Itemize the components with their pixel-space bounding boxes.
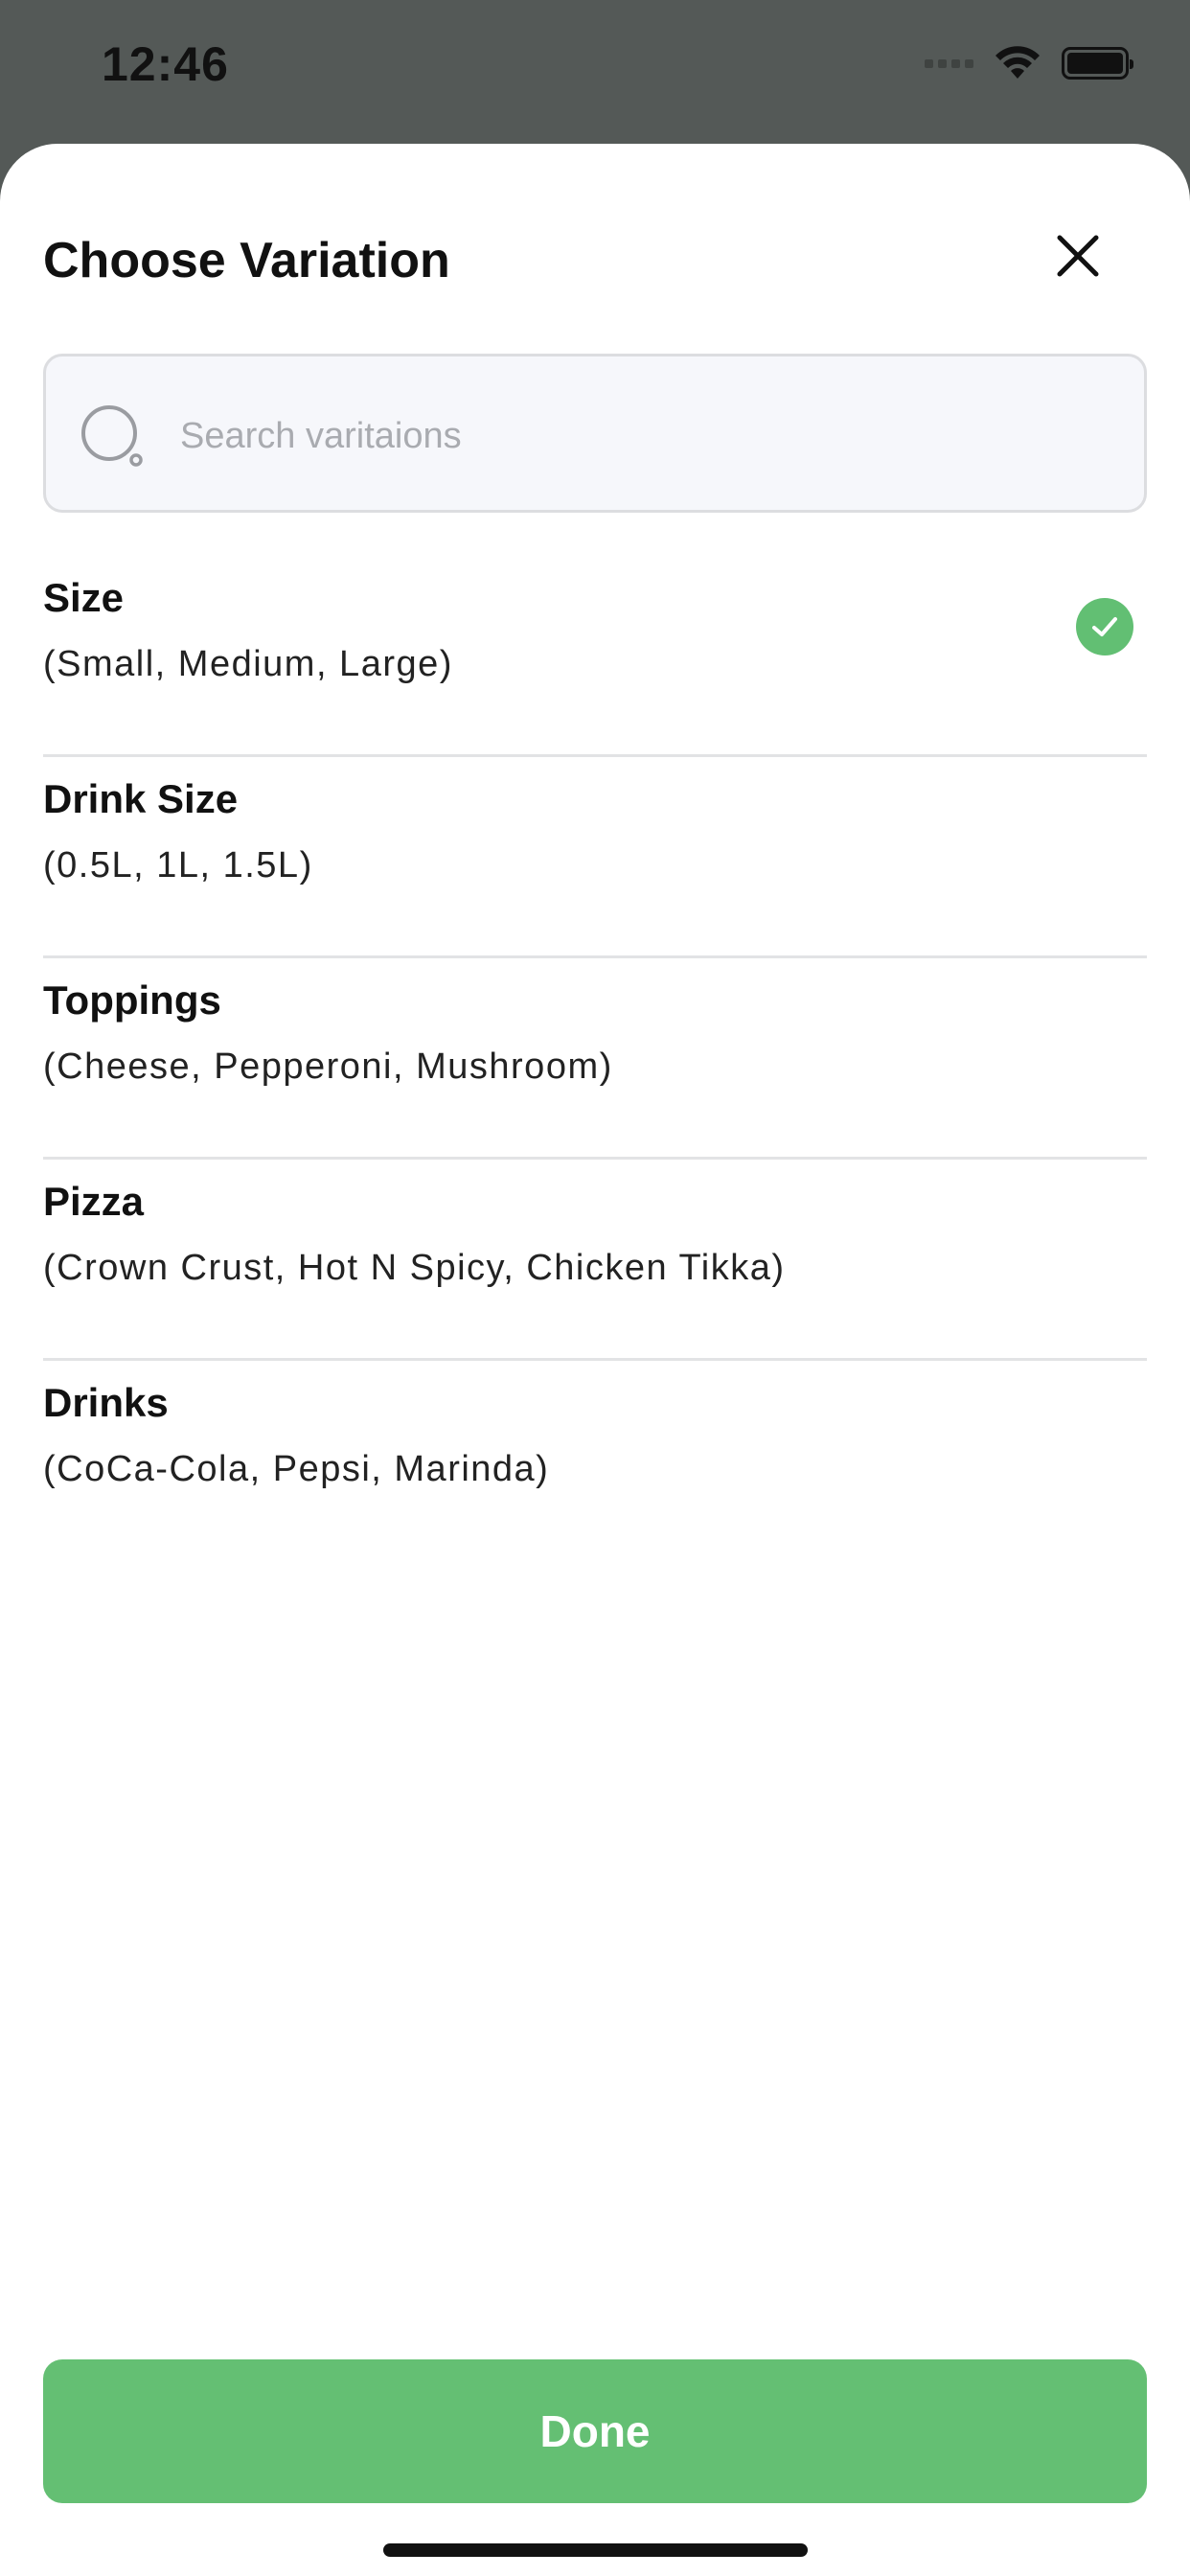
variation-sheet: Choose Variation Size (Small, Medium, La… (0, 144, 1190, 2576)
variation-item-size[interactable]: Size (Small, Medium, Large) (43, 556, 1147, 757)
search-input[interactable] (180, 395, 1119, 477)
sheet-title: Choose Variation (43, 233, 450, 288)
variation-item-drink-size[interactable]: Drink Size (0.5L, 1L, 1.5L) (43, 757, 1147, 958)
variation-options: (Crown Crust, Hot N Spicy, Chicken Tikka… (43, 1248, 786, 1288)
variation-name: Toppings (43, 978, 221, 1023)
variation-item-pizza[interactable]: Pizza (Crown Crust, Hot N Spicy, Chicken… (43, 1160, 1147, 1361)
search-box[interactable] (43, 354, 1147, 513)
close-icon (1057, 235, 1099, 277)
status-icons (925, 44, 1133, 82)
wifi-icon (995, 46, 1040, 79)
variation-options: (CoCa-Cola, Pepsi, Marinda) (43, 1449, 550, 1489)
variation-item-toppings[interactable]: Toppings (Cheese, Pepperoni, Mushroom) (43, 958, 1147, 1160)
home-indicator (383, 2543, 808, 2557)
done-button[interactable]: Done (43, 2359, 1147, 2503)
app-screen: 12:46 Choose Variation Search varitaions… (0, 0, 1190, 2576)
search-icon (81, 405, 143, 467)
variation-item-drinks[interactable]: Drinks (CoCa-Cola, Pepsi, Marinda) (43, 1361, 1147, 1562)
variation-name: Size (43, 575, 125, 620)
variation-list: Size (Small, Medium, Large) Drink Size (… (43, 556, 1147, 1562)
variation-options: (0.5L, 1L, 1.5L) (43, 845, 313, 886)
battery-icon (1062, 47, 1133, 80)
status-bar: 12:46 (0, 0, 1190, 144)
variation-name: Drink Size (43, 776, 239, 821)
check-icon (1076, 598, 1133, 656)
variation-name: Drinks (43, 1380, 169, 1425)
signal-dots-icon (925, 58, 973, 68)
variation-options: (Small, Medium, Large) (43, 644, 453, 684)
status-time: 12:46 (102, 37, 229, 91)
close-button[interactable] (1048, 226, 1108, 286)
variation-options: (Cheese, Pepperoni, Mushroom) (43, 1046, 613, 1087)
variation-name: Pizza (43, 1179, 145, 1224)
